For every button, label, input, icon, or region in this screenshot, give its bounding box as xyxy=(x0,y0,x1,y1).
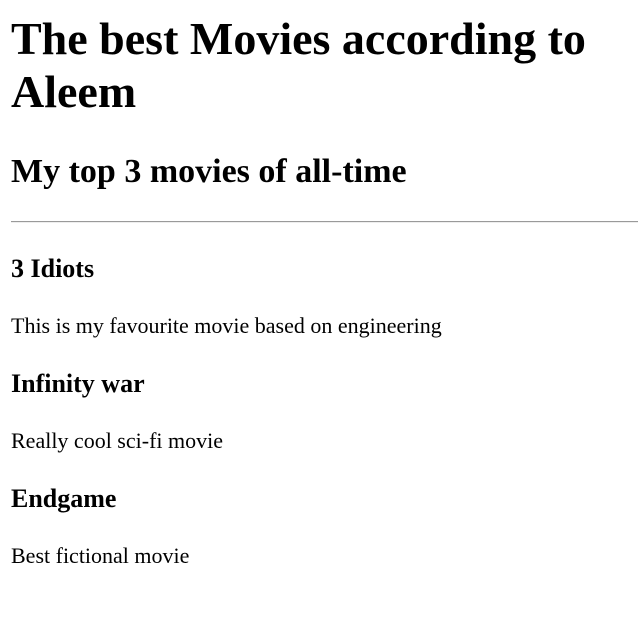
page-title: The best Movies according to Aleem xyxy=(11,13,586,117)
movie-title: Infinity war xyxy=(11,369,145,398)
movie-description: Really cool sci-fi movie xyxy=(11,428,223,453)
movie-title: 3 Idiots xyxy=(11,254,95,283)
movie-description: This is my favourite movie based on engi… xyxy=(11,313,442,338)
movie-description: Best fictional movie xyxy=(11,543,190,568)
page-subtitle: My top 3 movies of all-time xyxy=(11,153,407,190)
movie-title: Endgame xyxy=(11,484,117,513)
page: The best Movies according to Aleem My to… xyxy=(0,0,638,640)
divider xyxy=(11,221,638,223)
